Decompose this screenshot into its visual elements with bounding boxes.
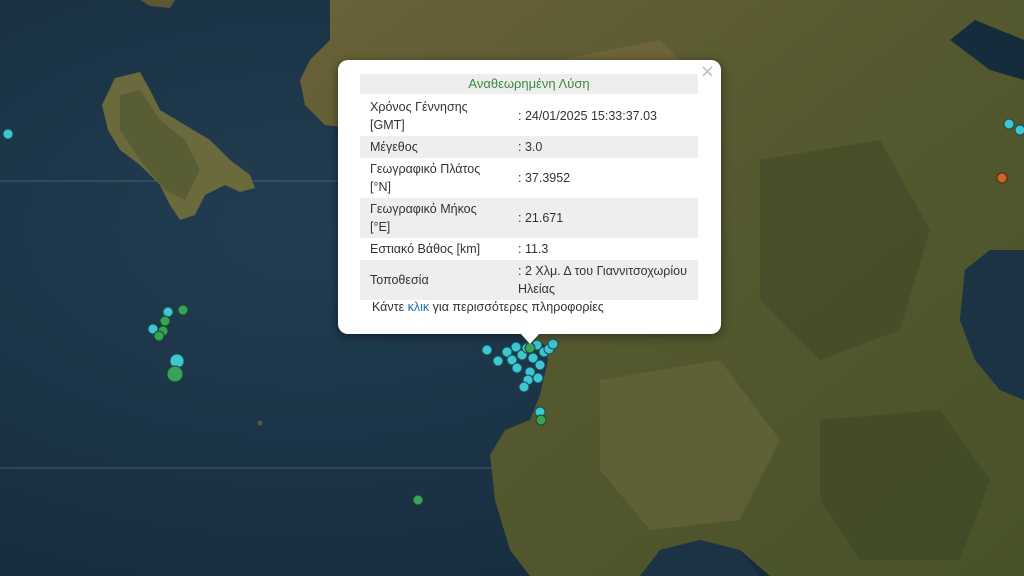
table-row: Χρόνος Γέννησης [GMT] : 24/01/2025 15:33…: [360, 96, 698, 136]
earthquake-marker[interactable]: [547, 338, 559, 350]
row-value-depth: : 11.3: [518, 242, 549, 256]
more-info-suffix: για περισσότερες πληροφορίες: [432, 300, 604, 314]
earthquake-marker[interactable]: [535, 414, 547, 426]
earthquake-marker[interactable]: [492, 355, 504, 367]
popup-pointer: [520, 333, 540, 344]
earthquake-marker[interactable]: [511, 362, 523, 374]
earthquake-marker-selected[interactable]: [524, 342, 536, 354]
earthquake-marker[interactable]: [166, 365, 184, 383]
close-icon[interactable]: ×: [700, 62, 715, 82]
popup-title: Αναθεωρημένη Λύση: [360, 74, 698, 94]
earthquake-marker[interactable]: [1003, 118, 1015, 130]
islet: [257, 420, 263, 426]
row-label-location: Τοποθεσία: [360, 260, 508, 300]
earthquake-marker[interactable]: [996, 172, 1008, 184]
row-value-latitude: : 37.3952: [518, 171, 571, 185]
table-row: Μέγεθος : 3.0: [360, 136, 698, 158]
earthquake-marker[interactable]: [162, 306, 174, 318]
earthquake-info-popup: × Αναθεωρημένη Λύση Χρόνος Γέννησης [GMT…: [338, 60, 721, 334]
info-table: Χρόνος Γέννησης [GMT] : 24/01/2025 15:33…: [360, 96, 698, 300]
table-row: Γεωγραφικό Μήκος [°E] : 21.671: [360, 198, 698, 238]
row-value-origin-time: : 24/01/2025 15:33:37.03: [518, 109, 658, 123]
earthquake-marker[interactable]: [153, 330, 165, 342]
earthquake-marker[interactable]: [159, 315, 171, 327]
row-label-longitude: Γεωγραφικό Μήκος [°E]: [360, 198, 508, 238]
row-value-magnitude: : 3.0: [508, 136, 698, 158]
more-info-prefix: Κάντε: [372, 300, 405, 314]
row-label-origin-time: Χρόνος Γέννησης [GMT]: [370, 100, 468, 132]
row-label-latitude: Γεωγραφικό Πλάτος [°N]: [370, 162, 481, 194]
earthquake-marker[interactable]: [481, 344, 493, 356]
earthquake-marker[interactable]: [532, 372, 544, 384]
row-value-location: : 2 Χλμ. Δ του Γιαννιτσοχωρίου Ηλείας: [508, 260, 698, 300]
row-label-depth: Εστιακό Βάθος [km]: [370, 242, 481, 256]
table-row: Γεωγραφικό Πλάτος [°N] : 37.3952: [360, 158, 698, 198]
earthquake-marker[interactable]: [1014, 124, 1024, 136]
earthquake-marker[interactable]: [518, 381, 530, 393]
more-info-line: Κάντε κλικ για περισσότερες πληροφορίες: [372, 300, 604, 314]
table-row: Τοποθεσία : 2 Χλμ. Δ του Γιαννιτσοχωρίου…: [360, 260, 698, 300]
table-row: Εστιακό Βάθος [km] : 11.3: [360, 238, 698, 260]
more-info-link[interactable]: κλικ: [408, 300, 430, 314]
row-value-longitude: : 21.671: [508, 198, 698, 238]
earthquake-marker[interactable]: [2, 128, 14, 140]
row-label-magnitude: Μέγεθος: [360, 136, 508, 158]
earthquake-marker[interactable]: [177, 304, 189, 316]
earthquake-marker[interactable]: [412, 494, 424, 506]
earthquake-marker[interactable]: [534, 359, 546, 371]
